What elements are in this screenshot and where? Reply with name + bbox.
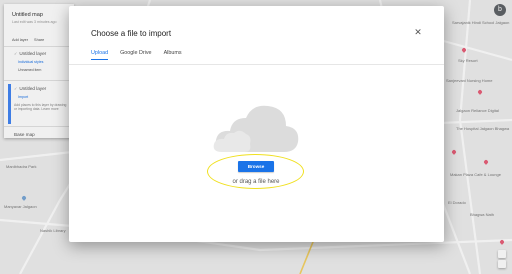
tab-upload[interactable]: Upload — [91, 47, 109, 60]
import-dialog: Choose a file to import ✕ Upload Google … — [69, 6, 444, 242]
tab-google-drive[interactable]: Google Drive — [120, 47, 151, 60]
dialog-title: Choose a file to import — [91, 29, 172, 38]
tab-divider — [69, 64, 444, 65]
annotation-highlight-ellipse — [207, 154, 304, 189]
tab-albums[interactable]: Albums — [164, 47, 182, 60]
import-tabs: Upload Google Drive Albums — [91, 47, 182, 63]
cloud-upload-icon — [213, 105, 299, 152]
close-icon[interactable]: ✕ — [413, 27, 423, 37]
